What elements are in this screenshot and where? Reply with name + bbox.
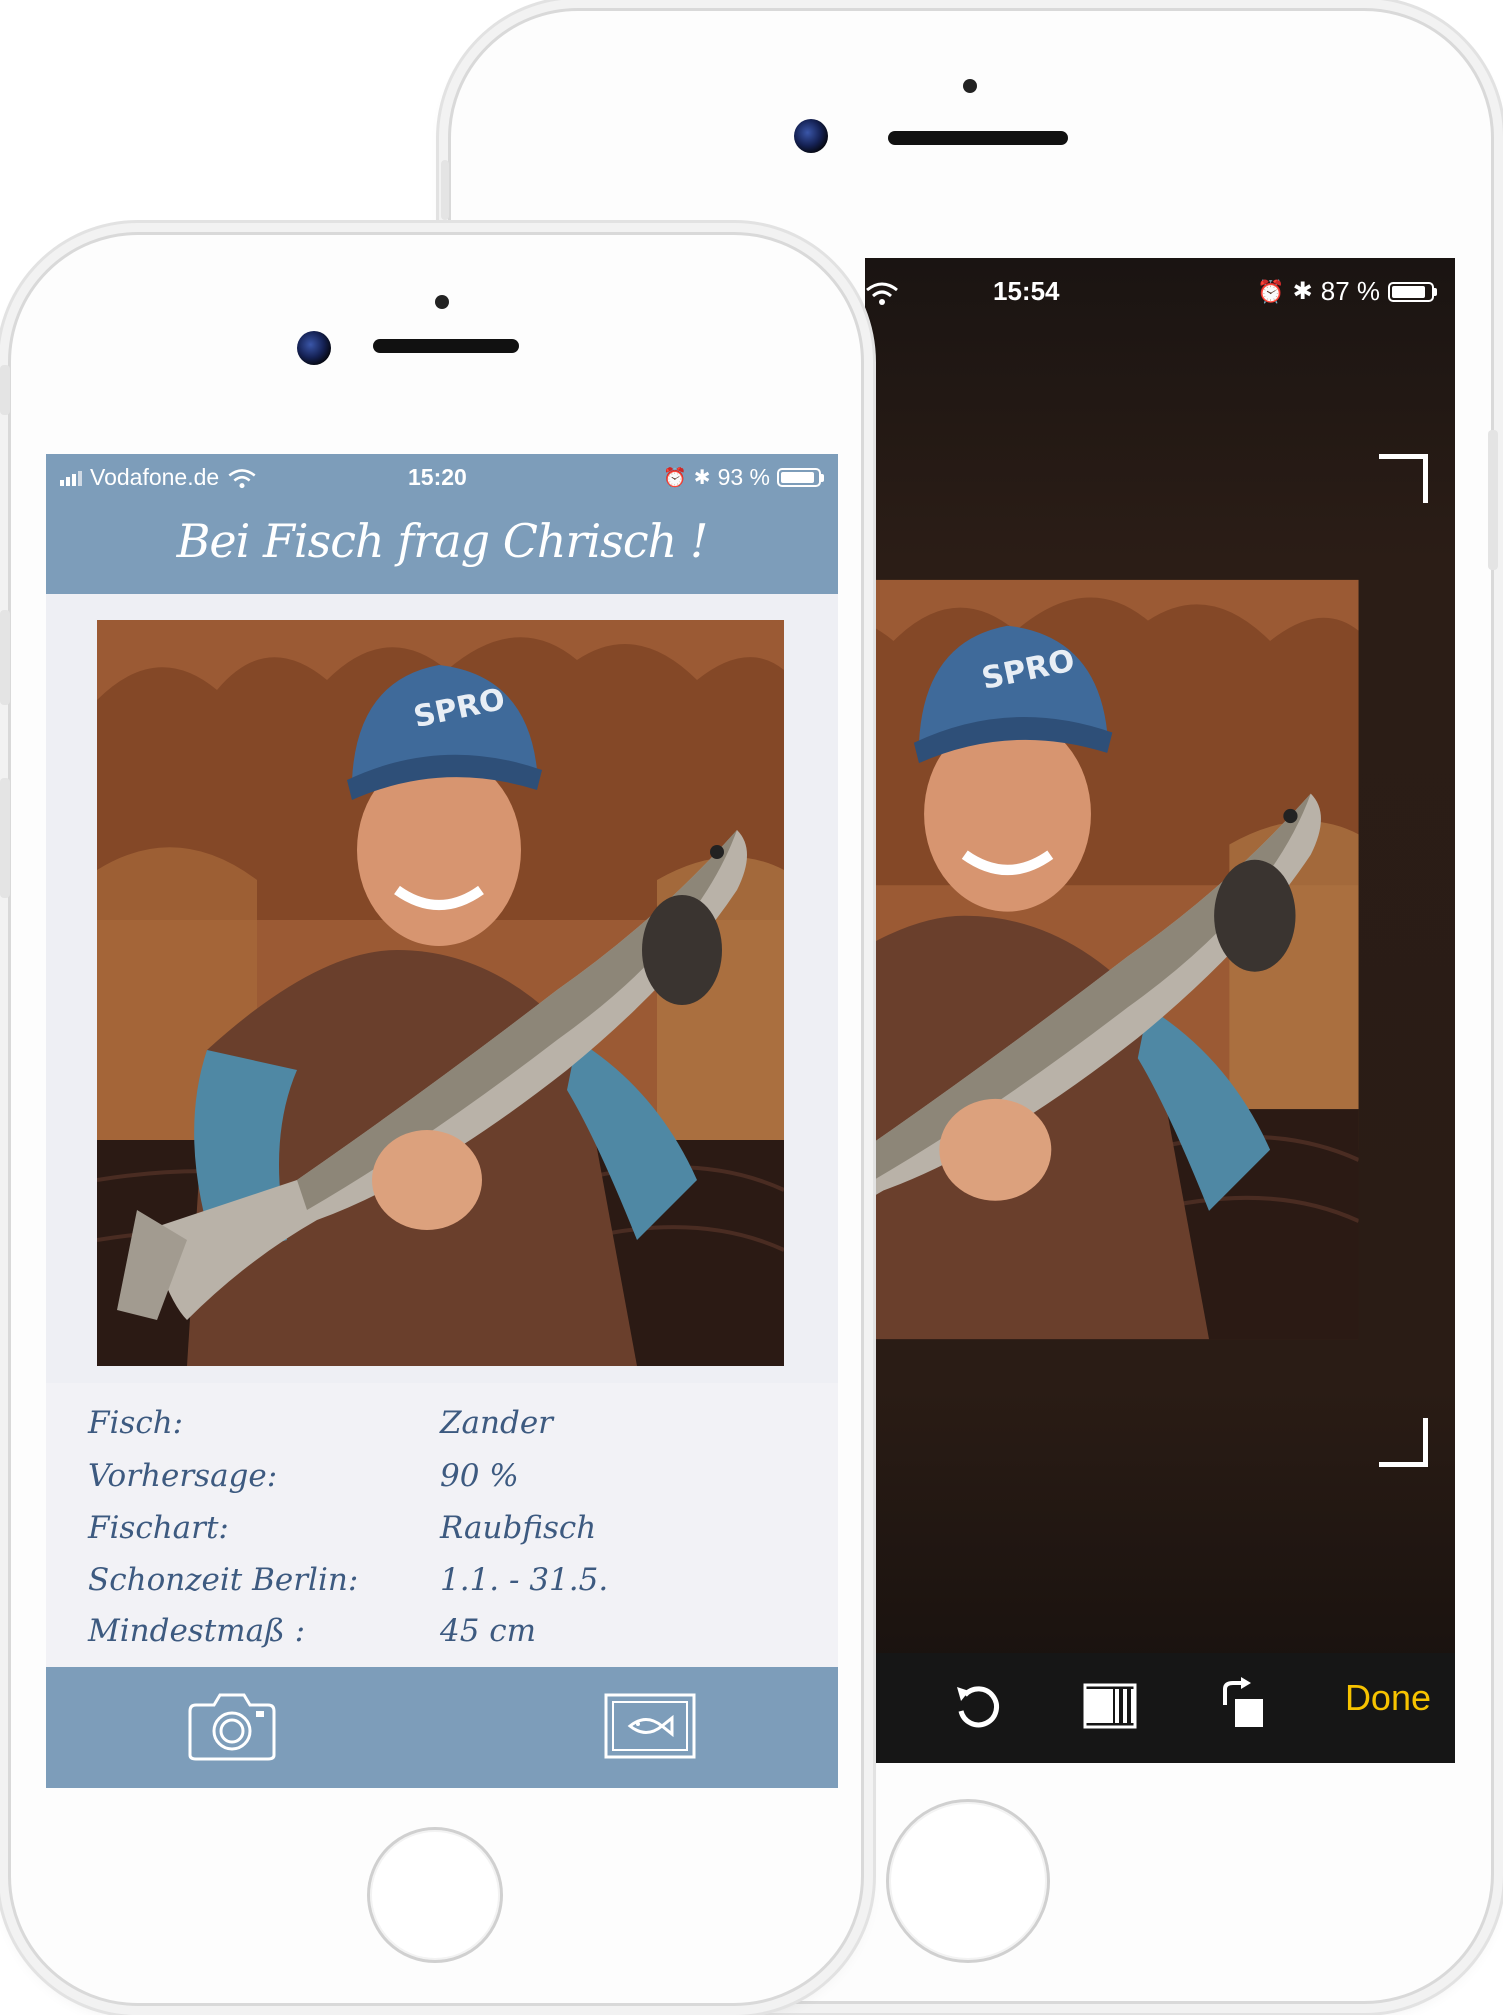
edit-toolbar: Done <box>865 1653 1455 1763</box>
done-button[interactable]: Done <box>1345 1677 1431 1719</box>
info-value: Raubfisch <box>440 1510 597 1546</box>
earpiece <box>373 339 519 353</box>
earpiece <box>888 131 1068 145</box>
alarm-icon: ⏰ <box>663 467 687 489</box>
signal-icon <box>60 470 82 486</box>
bluetooth-icon: ✱ <box>1292 278 1313 305</box>
aspect-ratio-icon[interactable] <box>1083 1683 1137 1729</box>
wifi-icon <box>866 282 898 305</box>
battery-percent: 93 % <box>717 464 770 490</box>
battery-icon <box>777 468 824 487</box>
angler-photo-cropped <box>865 458 1422 1461</box>
front-camera <box>794 119 828 153</box>
info-value: 45 cm <box>440 1613 537 1649</box>
info-row-fish: Fisch: Zander <box>88 1405 808 1455</box>
wifi-icon <box>228 468 256 488</box>
home-button[interactable] <box>367 1827 503 1963</box>
carrier-name: Vodafone.de <box>90 464 220 490</box>
battery-percent: 87 % <box>1320 276 1380 306</box>
info-value: 90 % <box>440 1458 519 1494</box>
app-header: Vodafone.de 15:20 ⏰ ✱ 93 % Bei Fisch fra… <box>46 454 838 594</box>
status-bar: Vodafone.de 15:20 ⏰ ✱ 93 % <box>46 460 838 496</box>
status-time: 15:54 <box>993 276 1060 306</box>
info-row-min-size: Mindestmaß : 45 cm <box>88 1613 808 1663</box>
info-row-closed-season: Schonzeit Berlin: 1.1. - 31.5. <box>88 1562 808 1612</box>
home-button[interactable] <box>886 1799 1050 1963</box>
mute-switch <box>441 160 449 220</box>
info-label: Vorhersage: <box>88 1458 278 1494</box>
back-phone-screen: 15:54 ⏰ ✱ 87 % Done <box>865 258 1455 1763</box>
crop-image[interactable] <box>865 458 1422 1461</box>
bluetooth-icon: ✱ <box>693 467 711 489</box>
fish-info-panel: Fisch: Zander Vorhersage: 90 % Fischart:… <box>46 1383 838 1673</box>
fish-gallery-icon[interactable] <box>604 1693 696 1759</box>
status-time: 15:20 <box>408 464 467 490</box>
info-value: 1.1. - 31.5. <box>440 1562 609 1598</box>
alarm-icon: ⏰ <box>1257 278 1285 304</box>
volume-down-button <box>0 778 10 898</box>
rotate-right-icon[interactable] <box>1217 1675 1269 1735</box>
info-row-fish-type: Fischart: Raubfisch <box>88 1510 808 1560</box>
mute-switch <box>0 365 10 415</box>
fish-photo <box>97 620 784 1366</box>
crop-handle-top-right[interactable] <box>1379 454 1428 503</box>
front-camera <box>297 331 331 365</box>
rotate-icon[interactable] <box>951 1681 1003 1733</box>
front-sensor <box>435 295 449 309</box>
app-title: Bei Fisch frag Chrisch ! <box>176 514 709 568</box>
battery-icon <box>1388 281 1437 302</box>
info-label: Fisch: <box>88 1405 184 1441</box>
info-label: Schonzeit Berlin: <box>88 1562 359 1598</box>
front-phone-screen: Vodafone.de 15:20 ⏰ ✱ 93 % Bei Fisch fra… <box>46 454 838 1788</box>
angler-photo <box>97 620 784 1366</box>
status-bar: 15:54 ⏰ ✱ 87 % <box>865 268 1455 308</box>
volume-up-button <box>0 610 10 705</box>
info-value: Zander <box>440 1405 553 1441</box>
info-label: Mindestmaß : <box>88 1613 306 1649</box>
power-button <box>1488 430 1498 570</box>
crop-handle-bottom-right[interactable] <box>1379 1418 1428 1467</box>
camera-icon[interactable] <box>186 1691 278 1763</box>
info-row-prediction: Vorhersage: 90 % <box>88 1458 808 1508</box>
info-label: Fischart: <box>88 1510 229 1546</box>
front-sensor <box>963 79 977 93</box>
app-tabbar <box>46 1667 838 1788</box>
